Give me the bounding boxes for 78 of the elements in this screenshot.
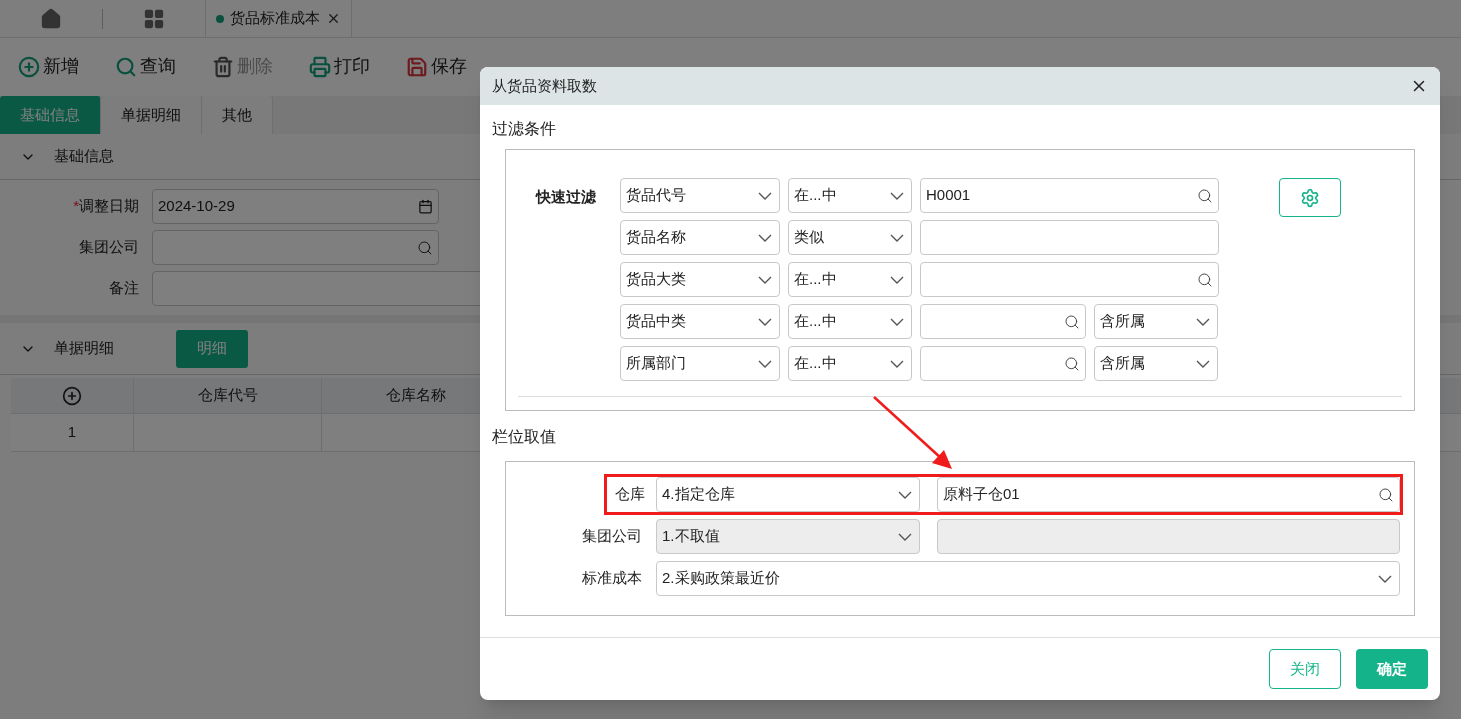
section-title: 栏位取值 xyxy=(492,427,556,447)
date-field[interactable]: 2024-10-29 xyxy=(152,189,439,224)
chevron-down-icon xyxy=(890,359,904,368)
search-icon xyxy=(1197,187,1213,204)
value-field[interactable]: H0001 xyxy=(920,178,1219,213)
section-title: 基础信息 xyxy=(54,146,114,167)
trash-icon xyxy=(212,55,234,78)
value-field[interactable] xyxy=(920,304,1086,339)
chevron-down-icon xyxy=(890,191,904,200)
document-tab[interactable]: 货品标准成本 xyxy=(205,0,352,37)
operator-select[interactable]: 在...中 xyxy=(788,178,912,213)
toolbar-button[interactable]: 查询 xyxy=(115,53,176,80)
required-mark: * xyxy=(73,196,79,217)
search-icon xyxy=(115,55,137,78)
field-select[interactable]: 货品中类 xyxy=(620,304,780,339)
field-select[interactable]: 所属部门 xyxy=(620,346,780,381)
value-field[interactable] xyxy=(920,220,1219,255)
field-select[interactable]: 货品名称 xyxy=(620,220,780,255)
field-label: 仓库 xyxy=(614,484,646,505)
scope-select[interactable]: 含所属 xyxy=(1094,304,1218,339)
section-title: 过滤条件 xyxy=(492,119,556,139)
operator-select[interactable]: 在...中 xyxy=(788,346,912,381)
toolbar-button[interactable]: 打印 xyxy=(309,53,370,80)
mode-select[interactable]: 4.指定仓库 xyxy=(656,477,920,512)
home-icon xyxy=(40,7,62,30)
section-title: 单据明细 xyxy=(54,338,115,359)
chevron-down-icon xyxy=(758,275,772,284)
operator-select[interactable]: 类似 xyxy=(788,220,912,255)
settings-button[interactable] xyxy=(1279,178,1341,217)
value-field[interactable]: 原料子仓01 xyxy=(937,477,1400,512)
column-header: 仓库代号 xyxy=(134,378,322,413)
dialog-title: 从货品资料取数 xyxy=(492,75,597,96)
field-label: 集团公司 xyxy=(79,237,139,258)
field-label: 备注 xyxy=(109,278,139,299)
quick-filter-label: 快速过滤 xyxy=(536,187,597,207)
form-tab[interactable]: 单据明细 xyxy=(101,96,202,134)
grid-icon xyxy=(143,7,165,30)
field-label: 标准成本 xyxy=(582,568,642,589)
chevron-down-icon xyxy=(890,275,904,284)
chevron-down-icon xyxy=(758,359,772,368)
chevron-down-icon xyxy=(898,490,912,499)
operator-select[interactable]: 在...中 xyxy=(788,262,912,297)
chevron-down-icon xyxy=(758,317,772,326)
add-row-icon[interactable] xyxy=(62,385,82,406)
value-field[interactable] xyxy=(937,519,1400,554)
mode-select[interactable]: 2.采购政策最近价 xyxy=(656,561,1400,596)
form-tab[interactable]: 其他 xyxy=(202,96,273,134)
save-icon xyxy=(406,55,428,78)
field-select[interactable]: 货品代号 xyxy=(620,178,780,213)
field-select[interactable]: 货品大类 xyxy=(620,262,780,297)
value-field[interactable] xyxy=(920,346,1086,381)
printer-icon xyxy=(309,55,331,78)
row-number: 1 xyxy=(11,414,134,451)
search-icon xyxy=(1378,486,1394,503)
chevron-down-icon xyxy=(1196,359,1210,368)
field-label: 调整日期 xyxy=(79,196,139,217)
settings-icon xyxy=(1300,187,1320,208)
tab-label: 货品标准成本 xyxy=(230,8,320,29)
add-icon xyxy=(18,55,40,78)
chevron-down-icon xyxy=(1378,574,1392,583)
search-icon xyxy=(1197,271,1213,288)
toolbar-button[interactable]: 新增 xyxy=(18,53,79,80)
chevron-down-icon xyxy=(890,233,904,242)
chevron-down-icon xyxy=(758,191,772,200)
scope-select[interactable]: 含所属 xyxy=(1094,346,1218,381)
field-label: 集团公司 xyxy=(582,526,642,547)
chevron-down-icon xyxy=(1196,317,1210,326)
value-field[interactable] xyxy=(920,262,1219,297)
chevron-down-icon xyxy=(758,233,772,242)
search-icon xyxy=(1064,355,1080,372)
lookup-field[interactable] xyxy=(152,230,439,265)
toolbar-button[interactable]: 保存 xyxy=(406,53,467,80)
chevron-down-icon xyxy=(890,317,904,326)
chevron-down-icon xyxy=(898,532,912,541)
calendar-icon xyxy=(418,199,433,214)
search-icon xyxy=(1064,313,1080,330)
operator-select[interactable]: 在...中 xyxy=(788,304,912,339)
search-icon xyxy=(417,239,433,256)
